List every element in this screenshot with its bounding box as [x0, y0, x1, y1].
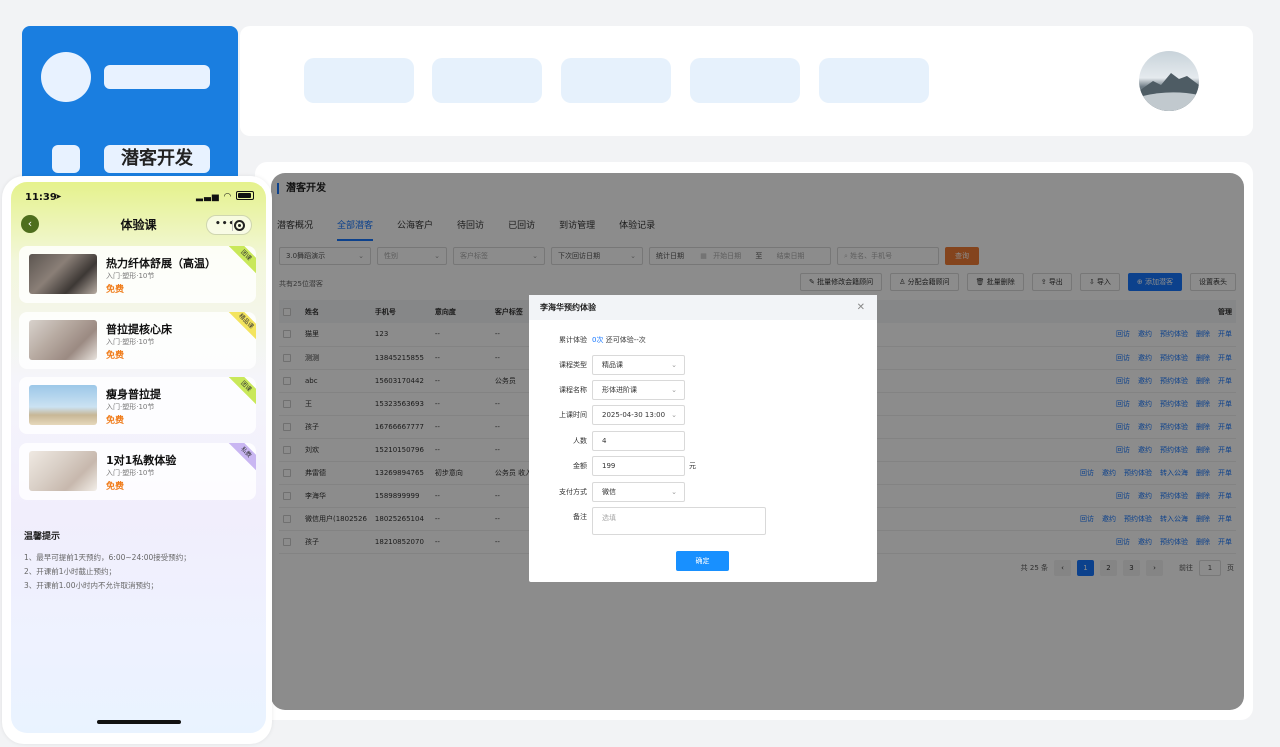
top-nav-item-2[interactable]	[432, 58, 542, 103]
amount-unit: 元	[689, 462, 696, 470]
course-image	[29, 319, 97, 360]
course-tag-ribbon: 私教	[225, 442, 256, 473]
accum-row: 累计体验 0次 还可体验--次	[559, 336, 646, 344]
mini-program-capsule[interactable]: •••	[206, 215, 252, 235]
amount-input[interactable]: 199	[592, 456, 685, 476]
confirm-button[interactable]: 确定	[676, 551, 729, 571]
time-row: 上课时间 2025-04-30 13:00 ⌄	[529, 405, 877, 425]
course-card[interactable]: 热力纤体舒展（高温） 入门·塑形·10节 免费 团课	[19, 246, 256, 303]
battery-icon	[236, 191, 254, 200]
sidebar-item-active[interactable]: 潜客开发	[104, 145, 210, 173]
top-nav-item-1[interactable]	[304, 58, 414, 103]
tip-line: 2、开课前1小时截止预约；	[24, 567, 117, 576]
course-card[interactable]: 普拉提核心床 入门·塑形·10节 免费 精品课	[19, 311, 256, 369]
modal-title: 李海华预约体验	[540, 303, 596, 312]
chevron-down-icon: ⌄	[671, 411, 677, 419]
course-image	[29, 385, 97, 425]
course-title: 热力纤体舒展（高温）	[106, 257, 216, 270]
chevron-down-icon: ⌄	[671, 361, 677, 369]
course-card[interactable]: 1对1私教体验 入门·塑形·10节 免费 私教	[19, 442, 256, 500]
chevron-down-icon: ⌄	[671, 386, 677, 394]
phone-frame: 11:39 ➤ ▂▃▅ ◠ ‹ 体验课 ••• 热力纤体舒展（高温） 入门·塑形·…	[2, 176, 272, 744]
status-time: 11:39	[25, 192, 57, 203]
tips-title: 温馨提示	[24, 532, 61, 542]
course-tag-ribbon: 团课	[225, 246, 256, 277]
modal-header: 李海华预约体验 ✕	[529, 295, 877, 320]
people-input[interactable]: 4	[592, 431, 685, 451]
course-price: 免费	[106, 285, 125, 295]
course-tag-ribbon: 精品课	[225, 311, 256, 342]
top-nav-item-3[interactable]	[561, 58, 671, 103]
course-card[interactable]: 瘦身普拉提入门·塑形·10节 免费 团课	[19, 377, 256, 434]
amount-row: 金额 199 元	[529, 456, 877, 476]
course-price: 免费	[106, 416, 125, 426]
nav-bar: ‹ 体验课 •••	[11, 212, 266, 242]
pay-select[interactable]: 微信 ⌄	[592, 482, 685, 502]
course-title: 1对1私教体验	[106, 453, 177, 467]
close-icon[interactable]: ✕	[857, 295, 865, 320]
user-avatar[interactable]	[1139, 51, 1199, 111]
course-subtitle: 入门·塑形·10节	[106, 468, 155, 477]
status-bar: 11:39 ➤ ▂▃▅ ◠	[11, 182, 266, 212]
course-price: 免费	[106, 350, 125, 361]
tip-line: 1、最早可提前1天预约，6:00~24:00接受预约；	[24, 553, 191, 562]
location-icon: ➤	[55, 192, 62, 201]
signal-icon: ▂▃▅	[196, 192, 220, 202]
course-tag-ribbon: 团课	[225, 377, 256, 408]
course-image	[29, 254, 97, 294]
course-subtitle: 入门·塑形·10节	[106, 272, 155, 280]
status-icons: ▂▃▅ ◠	[196, 191, 254, 202]
tip-line: 3、开课前1.00小时内不允许取消预约；	[24, 581, 158, 590]
chevron-down-icon: ⌄	[671, 488, 677, 496]
course-subtitle: 入门·塑形·10节	[106, 403, 155, 411]
close-circle-icon[interactable]	[234, 220, 245, 231]
course-type-select[interactable]: 精品课 ⌄	[592, 355, 685, 375]
pay-row: 支付方式 微信 ⌄	[529, 482, 877, 502]
people-row: 人数 4	[529, 431, 877, 451]
course-name-row: 课程名称 形体进阶课 ⌄	[529, 380, 877, 400]
top-nav-item-4[interactable]	[690, 58, 800, 103]
sidebar-title-placeholder	[104, 65, 210, 89]
booking-modal: 李海华预约体验 ✕ 累计体验 0次 还可体验--次 课程类型 精品课 ⌄ 课程名称…	[529, 295, 877, 582]
wifi-icon: ◠	[223, 192, 232, 202]
note-textarea[interactable]: 选填	[592, 507, 766, 535]
top-nav-item-5[interactable]	[819, 58, 929, 103]
course-subtitle: 入门·塑形·10节	[106, 337, 155, 346]
home-indicator	[97, 720, 181, 724]
course-image	[29, 450, 97, 491]
course-name-select[interactable]: 形体进阶课 ⌄	[592, 380, 685, 400]
note-row: 备注 选填	[529, 507, 877, 535]
course-title: 普拉提核心床	[106, 322, 172, 336]
sidebar-logo-placeholder	[41, 52, 91, 102]
time-picker[interactable]: 2025-04-30 13:00 ⌄	[592, 405, 685, 425]
course-title: 瘦身普拉提	[106, 388, 161, 401]
course-type-row: 课程类型 精品课 ⌄	[529, 355, 877, 375]
course-price: 免费	[106, 481, 125, 492]
phone-screen: 11:39 ➤ ▂▃▅ ◠ ‹ 体验课 ••• 热力纤体舒展（高温） 入门·塑形·…	[11, 182, 266, 733]
sidebar-menu-icon	[52, 145, 80, 173]
